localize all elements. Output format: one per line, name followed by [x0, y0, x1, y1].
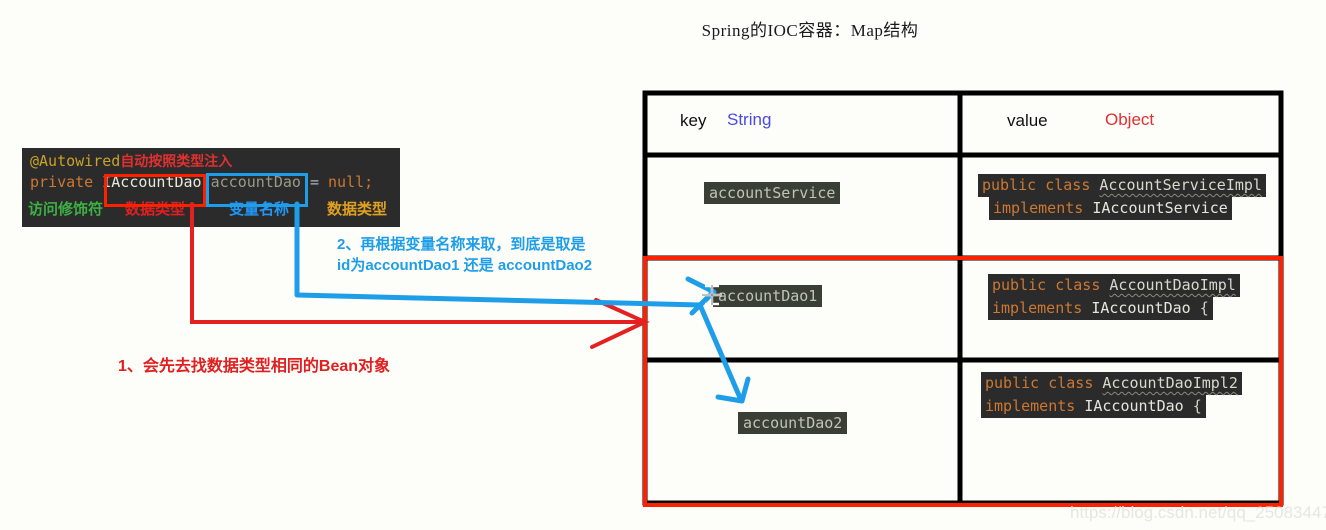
- value-implements-keyword: implements: [992, 299, 1083, 317]
- code-line-autowired: @Autowired自动按照类型注入: [30, 151, 232, 171]
- annotation-step-2-line1: 2、再根据变量名称来取，到底是取是: [337, 236, 586, 253]
- ioc-container-map-table: key String value Object accountService p…: [643, 91, 1281, 505]
- table-row-value-code: public class AccountDaoImpl implements I…: [988, 274, 1240, 320]
- modifier-keyword: private: [30, 173, 94, 191]
- table-row-key-chip: accountDao2: [738, 412, 848, 434]
- value-implements-keyword: implements: [993, 199, 1084, 217]
- table-row-key-chip: accountDao1: [713, 285, 823, 307]
- header-value-type: Object: [1105, 110, 1155, 129]
- label-datatype-red: 数据类型: [125, 201, 186, 218]
- value-interface-name: IAccountService: [1092, 199, 1228, 217]
- table-row-value-code: public class AccountDaoImpl2 implements …: [981, 372, 1242, 418]
- field-value: null;: [328, 173, 374, 191]
- label-datatype-orange: 数据类型: [327, 201, 388, 218]
- annotation-step-2-line2: id为accountDao1 还是 accountDao2: [337, 257, 593, 274]
- value-interface-name: IAccountDao: [1084, 397, 1184, 415]
- value-implements-keyword: implements: [985, 397, 1076, 415]
- field-type: IAccountDao: [102, 173, 202, 191]
- value-interface-name: IAccountDao: [1091, 299, 1191, 317]
- value-keyword: public class: [982, 176, 1091, 194]
- csdn-watermark: https://blog.csdn.net/qq_25083447: [1070, 503, 1326, 522]
- code-snippet-block: @Autowired自动按照类型注入 private IAccountDao a…: [22, 148, 400, 227]
- autowired-annotation: @Autowired: [30, 152, 121, 170]
- code-line-field: private IAccountDao accountDao = null;: [30, 173, 373, 191]
- header-key-label: key: [680, 111, 707, 130]
- label-access-modifier: 访问修饰符: [28, 201, 104, 218]
- value-open-brace: {: [1199, 299, 1209, 317]
- field-name: accountDao: [210, 173, 301, 191]
- value-open-brace: {: [1192, 397, 1202, 415]
- header-value-label: value: [1007, 111, 1048, 130]
- value-keyword: public class: [985, 374, 1094, 392]
- value-class-name: AccountDaoImpl2: [1102, 374, 1238, 392]
- diagram-canvas: Spring的IOC容器：Map结构 @Autowired自动按照类型注入 pr…: [0, 0, 1326, 530]
- header-key-type: String: [727, 110, 772, 129]
- code-label-row: 访问修饰符 数据类型 变量名称 数据类型: [22, 196, 400, 222]
- autowired-red-note: 自动按照类型注入: [120, 153, 233, 169]
- table-row-key-chip: accountService: [704, 182, 841, 204]
- value-class-name: AccountDaoImpl: [1109, 276, 1236, 294]
- page-title: Spring的IOC容器：Map结构: [701, 21, 919, 40]
- value-keyword: public class: [992, 276, 1101, 294]
- annotation-step-1: 1、会先去找数据类型相同的Bean对象: [118, 358, 391, 375]
- value-class-name: AccountServiceImpl: [1099, 176, 1262, 194]
- assign-operator: =: [309, 173, 319, 191]
- annotation-step-2: 2、再根据变量名称来取，到底是取是 id为accountDao1 还是 acco…: [337, 234, 637, 276]
- table-row-value-code: public class AccountServiceImpl implemen…: [978, 174, 1266, 220]
- label-variable-name: 变量名称: [229, 201, 290, 218]
